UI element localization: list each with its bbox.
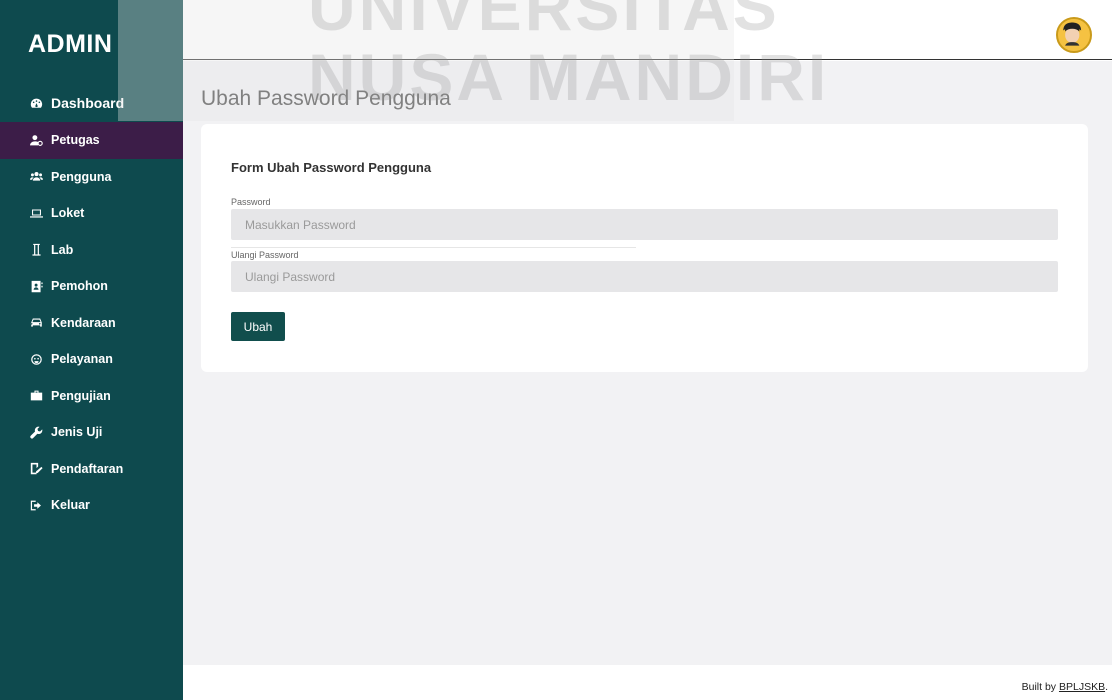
sidebar-item-keluar[interactable]: Keluar bbox=[0, 487, 183, 524]
sidebar-item-jenis-uji[interactable]: Jenis Uji bbox=[0, 414, 183, 451]
flask-icon bbox=[29, 243, 43, 257]
divider bbox=[231, 247, 636, 248]
users-icon bbox=[29, 170, 43, 184]
sidebar-item-label: Dashboard bbox=[51, 95, 125, 111]
sidebar: ADMIN Dashboard Petugas Pengguna Loket L… bbox=[0, 0, 183, 700]
user-avatar-icon bbox=[1058, 19, 1087, 48]
sidebar-item-pengujian[interactable]: Pengujian bbox=[0, 378, 183, 415]
form-title: Form Ubah Password Pengguna bbox=[231, 160, 432, 175]
sidebar-item-label: Petugas bbox=[51, 133, 100, 148]
footer-prefix: Built by bbox=[1021, 681, 1059, 693]
car-icon bbox=[29, 316, 43, 330]
user-cog-icon bbox=[29, 133, 43, 147]
file-signature-icon bbox=[29, 462, 43, 476]
page-title: Ubah Password Pengguna bbox=[201, 87, 451, 110]
headset-icon bbox=[29, 352, 43, 366]
footer: Built by BPLJSKB. bbox=[1022, 681, 1108, 693]
password-field[interactable] bbox=[231, 209, 1058, 240]
top-bar bbox=[183, 0, 1112, 60]
password-label: Password bbox=[231, 197, 271, 207]
submit-button[interactable]: Ubah bbox=[231, 312, 285, 341]
sidebar-item-label: Lab bbox=[51, 242, 74, 257]
sidebar-item-pelayanan[interactable]: Pelayanan bbox=[0, 341, 183, 378]
brand-title: ADMIN bbox=[28, 30, 113, 58]
sidebar-item-label: Pengujian bbox=[51, 388, 111, 403]
sidebar-item-label: Pemohon bbox=[51, 279, 108, 294]
sidebar-nav: Dashboard Petugas Pengguna Loket Lab Pem… bbox=[0, 84, 183, 524]
sidebar-item-pengguna[interactable]: Pengguna bbox=[0, 159, 183, 196]
laptop-icon bbox=[29, 206, 43, 220]
main-content: Ubah Password Pengguna Form Ubah Passwor… bbox=[183, 61, 1112, 665]
dashboard-icon bbox=[29, 96, 43, 110]
sidebar-item-label: Pengguna bbox=[51, 169, 112, 184]
repeat-password-label: Ulangi Password bbox=[231, 250, 299, 260]
sidebar-item-petugas[interactable]: Petugas bbox=[0, 122, 183, 159]
sidebar-item-label: Jenis Uji bbox=[51, 425, 103, 440]
sign-out-icon bbox=[29, 498, 43, 512]
sidebar-item-label: Kendaraan bbox=[51, 315, 116, 330]
sidebar-item-label: Pendaftaran bbox=[51, 461, 124, 476]
sidebar-item-lab[interactable]: Lab bbox=[0, 232, 183, 269]
sidebar-item-kendaraan[interactable]: Kendaraan bbox=[0, 305, 183, 342]
sidebar-item-loket[interactable]: Loket bbox=[0, 195, 183, 232]
footer-suffix: . bbox=[1105, 681, 1108, 693]
sidebar-item-pemohon[interactable]: Pemohon bbox=[0, 268, 183, 305]
sidebar-item-label: Keluar bbox=[51, 498, 90, 513]
sidebar-item-label: Pelayanan bbox=[51, 352, 113, 367]
address-book-icon bbox=[29, 279, 43, 293]
sidebar-item-dashboard[interactable]: Dashboard bbox=[0, 84, 183, 122]
form-card: Form Ubah Password Pengguna Password Ula… bbox=[201, 124, 1088, 372]
repeat-password-field[interactable] bbox=[231, 261, 1058, 292]
toolbox-icon bbox=[29, 389, 43, 403]
sidebar-item-pendaftaran[interactable]: Pendaftaran bbox=[0, 451, 183, 488]
footer-link[interactable]: BPLJSKB bbox=[1059, 681, 1105, 693]
avatar[interactable] bbox=[1056, 17, 1092, 53]
wrench-icon bbox=[29, 425, 43, 439]
sidebar-item-label: Loket bbox=[51, 206, 85, 221]
